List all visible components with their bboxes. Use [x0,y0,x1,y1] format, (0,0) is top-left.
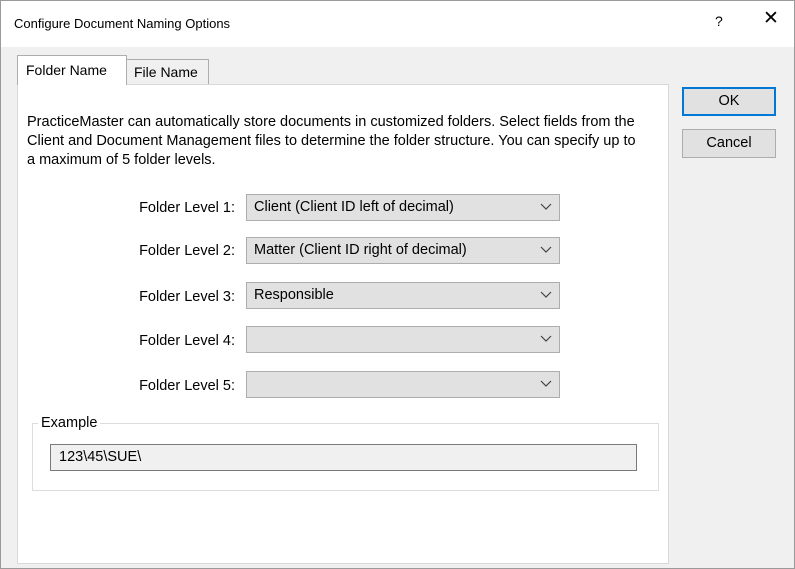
example-value: 123\45\SUE\ [59,449,142,465]
tab-folder-name[interactable]: Folder Name [17,55,127,85]
folder-level-2-value: Matter (Client ID right of decimal) [254,242,467,258]
folder-level-4-select[interactable] [246,326,560,353]
chevron-down-icon [540,335,552,342]
folder-level-3-value: Responsible [254,287,334,303]
close-icon[interactable]: ✕ [763,9,779,29]
example-field: 123\45\SUE\ [50,444,637,471]
tab-label: Folder Name [26,62,107,78]
ok-button[interactable]: OK [682,87,776,116]
intro-text: PracticeMaster can automatically store d… [27,114,636,168]
folder-level-2-select[interactable]: Matter (Client ID right of decimal) [246,237,560,264]
help-icon[interactable]: ? [715,13,723,29]
tab-file-name[interactable]: File Name [126,59,209,85]
dialog-window: Configure Document Naming Options ? ✕ Fo… [0,0,795,569]
chevron-down-icon [540,291,552,298]
title-bar: Configure Document Naming Options ? ✕ [1,1,794,47]
tab-label: File Name [134,64,198,80]
folder-level-3-select[interactable]: Responsible [246,282,560,309]
folder-level-3-label: Folder Level 3: [139,289,235,305]
cancel-button[interactable]: Cancel [682,129,776,158]
folder-level-5-select[interactable] [246,371,560,398]
folder-level-1-select[interactable]: Client (Client ID left of decimal) [246,194,560,221]
folder-level-1-value: Client (Client ID left of decimal) [254,199,454,215]
folder-level-5-label: Folder Level 5: [139,378,235,394]
folder-level-1-label: Folder Level 1: [139,200,235,216]
chevron-down-icon [540,380,552,387]
chevron-down-icon [540,203,552,210]
folder-level-2-label: Folder Level 2: [139,243,235,259]
dialog-title: Configure Document Naming Options [14,16,231,31]
example-legend: Example [38,415,101,431]
chevron-down-icon [540,246,552,253]
folder-level-4-label: Folder Level 4: [139,333,235,349]
